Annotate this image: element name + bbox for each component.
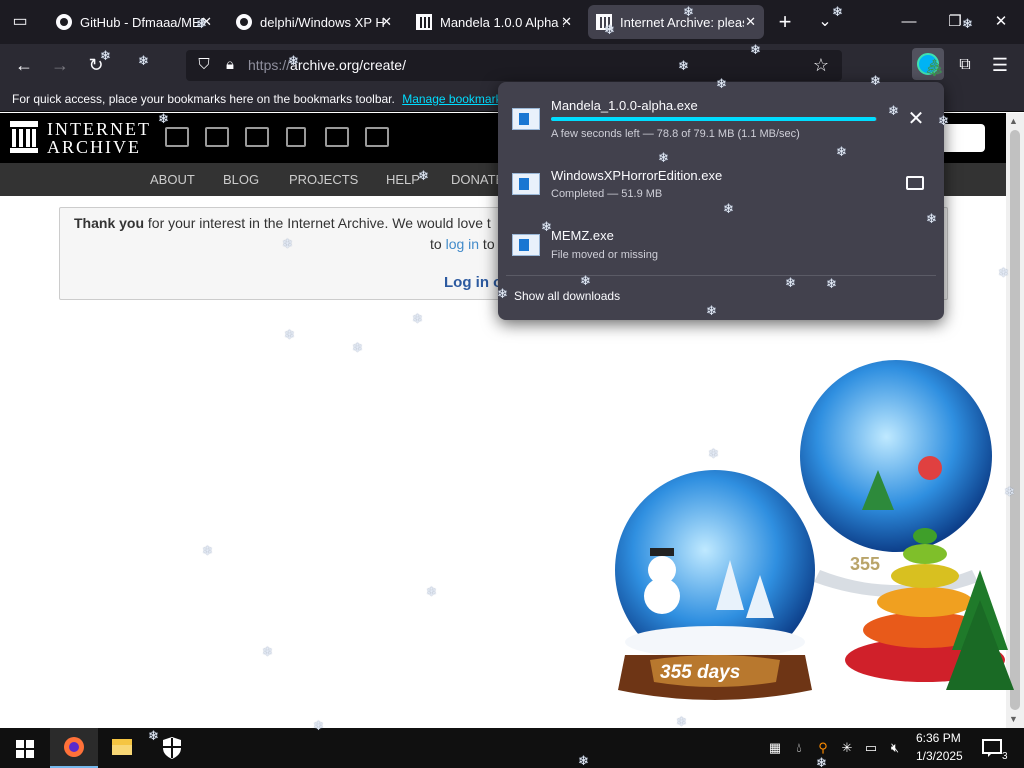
exe-file-icon <box>512 108 540 130</box>
thank-you-text: Thank you for your interest in the Inter… <box>74 215 491 231</box>
clock-date[interactable]: 1/3/2025 <box>916 749 963 763</box>
shield-icon <box>163 737 181 759</box>
notification-center-icon[interactable] <box>982 738 1004 758</box>
github-icon <box>56 14 72 30</box>
nav-donate[interactable]: DONATE <box>451 172 504 187</box>
hamburger-menu-icon[interactable]: ☰ <box>986 52 1014 78</box>
back-globe <box>800 360 992 552</box>
download-progress-fill <box>551 117 876 121</box>
download-status: File moved or missing <box>551 249 658 261</box>
network-icon[interactable]: ▭ <box>862 739 880 757</box>
cancel-download-icon[interactable]: ✕ <box>905 108 927 130</box>
extensions-puzzle-icon[interactable]: ⧉ <box>951 52 979 78</box>
downloads-button[interactable] <box>912 48 944 80</box>
shield-icon[interactable]: ⛉ <box>190 52 218 78</box>
folder-icon <box>112 739 132 755</box>
manage-bookmarks-link[interactable]: Manage bookmarks <box>402 92 507 106</box>
github-icon <box>236 14 252 30</box>
nav-help[interactable]: HELP <box>386 172 420 187</box>
tab-mandela[interactable]: Mandela 1.0.0 Alpha : Free ✕ <box>408 5 580 39</box>
tab-title: Internet Archive: please <box>620 14 744 30</box>
tab-github-memz[interactable]: GitHub - Dfmaaa/MEMZ ✕ <box>48 5 220 39</box>
video-film-icon[interactable] <box>245 127 269 147</box>
front-globe-label: 355 days <box>660 662 740 683</box>
volume-muted-icon[interactable]: 🔇︎ <box>886 739 904 757</box>
tab-title: GitHub - Dfmaaa/MEMZ <box>80 14 204 30</box>
tray-search-icon[interactable]: ⚲ <box>814 739 832 757</box>
software-floppy-icon[interactable] <box>325 127 349 147</box>
internet-archive-wordmark[interactable]: INTERNET ARCHIVE <box>47 120 151 156</box>
nav-about[interactable]: ABOUT <box>150 172 195 187</box>
download-item-xp-horror[interactable]: WindowsXPHorrorEdition.exe Completed — 5… <box>498 163 944 221</box>
scroll-up-arrow-icon[interactable]: ▲ <box>1009 116 1018 126</box>
lock-icon[interactable]: 🔒︎ <box>216 52 244 78</box>
list-all-tabs-chevron-icon[interactable]: ⌄ <box>813 10 837 34</box>
notification-count-badge: 3 <box>1002 751 1008 762</box>
download-filename: Mandela_1.0.0-alpha.exe <box>551 98 698 113</box>
tab-title: delphi/Windows XP Horror <box>260 14 384 30</box>
tab-internet-archive-active[interactable]: Internet Archive: please ✕ <box>588 5 764 39</box>
bookmark-star-icon[interactable]: ☆ <box>807 52 835 78</box>
restore-button[interactable]: ❐ <box>932 8 978 36</box>
audio-speaker-icon[interactable] <box>286 127 306 147</box>
taskbar-file-explorer-button[interactable] <box>98 728 146 768</box>
url-text[interactable]: https://archive.org/create/ <box>248 57 406 73</box>
forward-arrow-icon[interactable]: → <box>46 52 74 78</box>
new-tab-button[interactable]: + <box>773 10 797 34</box>
close-tab-icon[interactable]: ✕ <box>381 14 392 30</box>
download-progress-icon <box>917 53 939 75</box>
exe-file-icon <box>512 173 540 195</box>
texts-book-icon[interactable] <box>205 127 229 147</box>
firefox-icon <box>64 737 84 757</box>
firefox-view-icon[interactable]: ▭ <box>8 10 32 34</box>
tab-github-xp-horror[interactable]: delphi/Windows XP Horror ✕ <box>228 5 400 39</box>
close-tab-icon[interactable]: ✕ <box>561 14 572 30</box>
reload-icon[interactable]: ↻ <box>82 52 110 78</box>
back-arrow-icon[interactable]: ← <box>10 52 38 78</box>
tray-app-icon[interactable]: ▦ <box>766 739 784 757</box>
taskbar-security-button[interactable] <box>148 728 196 768</box>
login-prompt-text: to log in to <box>430 236 495 252</box>
close-tab-icon[interactable]: ✕ <box>201 14 212 30</box>
images-icon[interactable] <box>365 127 389 147</box>
show-in-folder-icon[interactable] <box>906 176 924 190</box>
bookmarks-empty-message: For quick access, place your bookmarks h… <box>12 92 395 106</box>
download-item-mandela[interactable]: Mandela_1.0.0-alpha.exe A few seconds le… <box>498 92 944 150</box>
taskbar-firefox-button[interactable] <box>50 728 98 768</box>
log-in-button[interactable]: Log in o <box>444 274 502 291</box>
close-tab-icon[interactable]: ✕ <box>745 14 756 30</box>
nav-projects[interactable]: PROJECTS <box>289 172 358 187</box>
download-status: A few seconds left — 78.8 of 79.1 MB (1.… <box>551 128 800 140</box>
show-all-downloads-button[interactable]: Show all downloads <box>514 289 620 303</box>
minimize-button[interactable]: — <box>886 8 932 36</box>
clock-time[interactable]: 6:36 PM <box>916 731 961 745</box>
internet-archive-icon <box>416 14 432 30</box>
download-filename: MEMZ.exe <box>551 228 614 243</box>
windows-start-icon[interactable] <box>16 740 34 758</box>
tray-snowflake-icon[interactable]: ✳ <box>838 739 856 757</box>
ia-search-input[interactable] <box>940 124 985 152</box>
log-in-link[interactable]: log in <box>446 236 479 252</box>
exe-file-icon <box>512 234 540 256</box>
download-item-memz[interactable]: MEMZ.exe File moved or missing <box>498 224 944 282</box>
downloads-separator <box>506 275 936 276</box>
download-filename: WindowsXPHorrorEdition.exe <box>551 168 723 183</box>
download-progress-bar <box>551 117 877 121</box>
tray-drop-icon[interactable]: 💧︎ <box>790 739 808 757</box>
tab-title: Mandela 1.0.0 Alpha : Free <box>440 14 564 30</box>
nav-blog[interactable]: BLOG <box>223 172 259 187</box>
internet-archive-logo-icon[interactable] <box>10 121 38 153</box>
web-icon[interactable] <box>165 127 189 147</box>
close-window-button[interactable]: ✕ <box>978 8 1024 36</box>
snow-globe-decoration: 355 355 days <box>615 360 1014 700</box>
internet-archive-icon <box>596 14 612 30</box>
back-globe-label: 355 <box>850 554 880 574</box>
download-status: Completed — 51.9 MB <box>551 188 663 200</box>
